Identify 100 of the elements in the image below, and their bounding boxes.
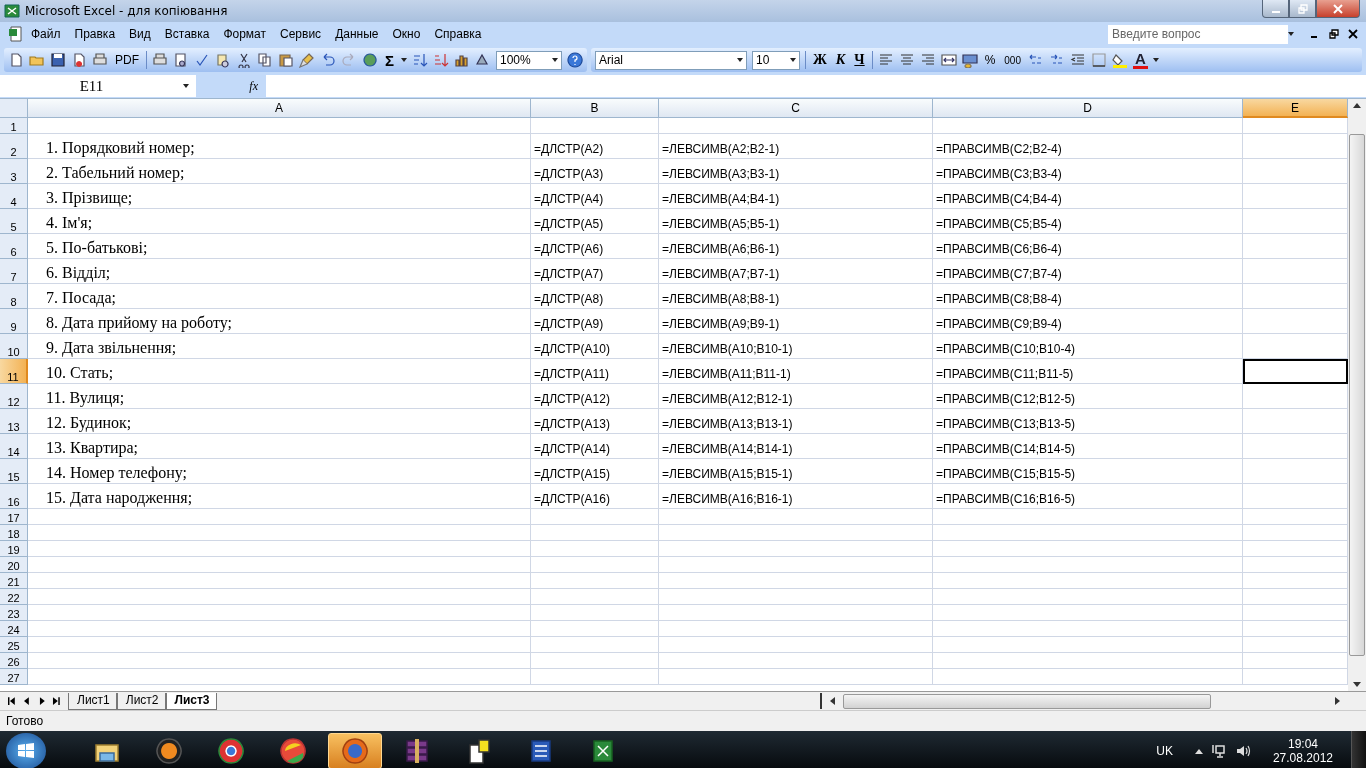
windows-logo-icon[interactable] — [16, 741, 36, 761]
table-cell[interactable] — [659, 557, 933, 573]
table-cell[interactable] — [933, 653, 1243, 669]
row-header[interactable]: 1 — [0, 118, 28, 134]
drawing-icon[interactable] — [475, 52, 491, 68]
table-cell[interactable]: =ДЛСТР(A2) — [531, 134, 659, 159]
menu-item[interactable]: Вид — [122, 27, 158, 41]
row-header[interactable]: 22 — [0, 589, 28, 605]
menu-item[interactable]: Данные — [328, 27, 386, 41]
table-cell[interactable] — [933, 621, 1243, 637]
column-header[interactable]: D — [933, 99, 1243, 118]
row-header[interactable]: 4 — [0, 184, 28, 209]
table-cell[interactable]: 14. Номер телефону; — [28, 459, 531, 484]
dropdown-caret-icon[interactable] — [1152, 58, 1159, 62]
table-cell[interactable]: =ПРАВСИМВ(C7;B7-4) — [933, 259, 1243, 284]
table-cell[interactable] — [659, 541, 933, 557]
row-header[interactable]: 11 — [0, 359, 28, 384]
table-cell[interactable]: =ПРАВСИМВ(C4;B4-4) — [933, 184, 1243, 209]
table-cell[interactable]: =ЛЕВСИМВ(A11;B11-1) — [659, 359, 933, 384]
table-cell[interactable]: =ЛЕВСИМВ(A4;B4-1) — [659, 184, 933, 209]
workbook-restore-icon[interactable] — [1329, 29, 1339, 39]
scroll-up-icon[interactable] — [1353, 103, 1361, 108]
align-center-icon[interactable] — [898, 52, 915, 68]
table-cell[interactable]: =ПРАВСИМВ(C14;B14-5) — [933, 434, 1243, 459]
currency-icon[interactable] — [961, 52, 978, 68]
table-cell[interactable]: =ДЛСТР(A11) — [531, 359, 659, 384]
dropdown-caret-icon[interactable] — [790, 58, 796, 62]
table-cell[interactable]: 2. Табельний номер; — [28, 159, 531, 184]
table-cell[interactable]: =ЛЕВСИМВ(A14;B14-1) — [659, 434, 933, 459]
table-cell[interactable]: =ПРАВСИМВ(C9;B9-4) — [933, 309, 1243, 334]
row-header[interactable]: 10 — [0, 334, 28, 359]
table-cell[interactable] — [28, 589, 531, 605]
row-header[interactable]: 16 — [0, 484, 28, 509]
row-header[interactable]: 7 — [0, 259, 28, 284]
sheet-tab[interactable]: Лист3 — [165, 692, 217, 710]
table-cell[interactable]: =ЛЕВСИМВ(A2;B2-1) — [659, 134, 933, 159]
table-cell[interactable]: 5. По-батькові; — [28, 234, 531, 259]
decrease-indent-icon[interactable] — [1070, 52, 1086, 68]
table-cell[interactable]: =ДЛСТР(A12) — [531, 384, 659, 409]
save-icon[interactable] — [50, 52, 66, 68]
row-header[interactable]: 20 — [0, 557, 28, 573]
column-header[interactable]: C — [659, 99, 933, 118]
table-cell[interactable]: =ПРАВСИМВ(C8;B8-4) — [933, 284, 1243, 309]
row-header[interactable]: 14 — [0, 434, 28, 459]
printer-icon[interactable] — [152, 52, 168, 68]
paint-bucket-icon[interactable] — [1112, 52, 1128, 68]
row-header[interactable]: 19 — [0, 541, 28, 557]
italic-button[interactable]: К — [833, 52, 848, 68]
borders-icon[interactable] — [1091, 52, 1107, 68]
table-cell[interactable]: =ПРАВСИМВ(C2;B2-4) — [933, 134, 1243, 159]
zoom-field[interactable]: 100% — [496, 50, 562, 70]
table-cell[interactable]: =ДЛСТР(A16) — [531, 484, 659, 509]
table-cell[interactable] — [659, 118, 933, 134]
printer-icon[interactable] — [92, 52, 108, 68]
row-header[interactable]: 2 — [0, 134, 28, 159]
show-desktop-button[interactable] — [1351, 731, 1366, 768]
table-cell[interactable]: 15. Дата народження; — [28, 484, 531, 509]
table-cell[interactable] — [659, 605, 933, 621]
row-header[interactable]: 21 — [0, 573, 28, 589]
table-cell[interactable]: =ЛЕВСИМВ(A12;B12-1) — [659, 384, 933, 409]
table-cell[interactable] — [933, 589, 1243, 605]
table-cell[interactable]: 4. Ім'я; — [28, 209, 531, 234]
table-cell[interactable] — [531, 605, 659, 621]
insert-function-button[interactable]: fx — [196, 78, 266, 94]
media-player-icon[interactable] — [155, 737, 183, 765]
merge-center-icon[interactable] — [940, 52, 957, 68]
start-button[interactable] — [6, 733, 46, 768]
row-header[interactable]: 13 — [0, 409, 28, 434]
paste-icon[interactable] — [278, 52, 294, 68]
paintbrush-icon[interactable] — [299, 52, 315, 68]
column-header[interactable]: E — [1243, 99, 1348, 118]
table-cell[interactable]: 9. Дата звільнення; — [28, 334, 531, 359]
menu-item[interactable]: Файл — [24, 27, 68, 41]
table-cell[interactable]: =ДЛСТР(A4) — [531, 184, 659, 209]
restore-button[interactable] — [1289, 0, 1316, 18]
close-button[interactable] — [1316, 0, 1360, 18]
table-cell[interactable]: =ДЛСТР(A7) — [531, 259, 659, 284]
dropdown-caret-icon[interactable] — [552, 58, 558, 62]
table-cell[interactable] — [933, 118, 1243, 134]
menu-item[interactable]: Окно — [385, 27, 428, 41]
table-cell[interactable] — [531, 557, 659, 573]
table-cell[interactable]: 6. Відділ; — [28, 259, 531, 284]
font-color-button[interactable]: A — [1133, 51, 1148, 69]
table-cell[interactable] — [28, 653, 531, 669]
print-preview-icon[interactable] — [173, 52, 189, 68]
row-header[interactable]: 25 — [0, 637, 28, 653]
active-cell[interactable] — [1243, 359, 1348, 384]
browser-icon[interactable] — [217, 737, 245, 765]
scroll-down-icon[interactable] — [1353, 682, 1361, 687]
name-box[interactable]: E11 — [0, 75, 196, 97]
spelling-icon[interactable] — [194, 52, 210, 68]
table-cell[interactable] — [531, 589, 659, 605]
table-cell[interactable] — [28, 669, 531, 685]
menu-item[interactable]: Справка — [427, 27, 489, 41]
table-cell[interactable] — [28, 605, 531, 621]
table-cell[interactable] — [659, 509, 933, 525]
table-cell[interactable]: 10. Стать; — [28, 359, 531, 384]
minimize-button[interactable] — [1262, 0, 1289, 18]
clock-date[interactable]: 27.08.2012 — [1272, 751, 1333, 765]
table-cell[interactable] — [659, 621, 933, 637]
